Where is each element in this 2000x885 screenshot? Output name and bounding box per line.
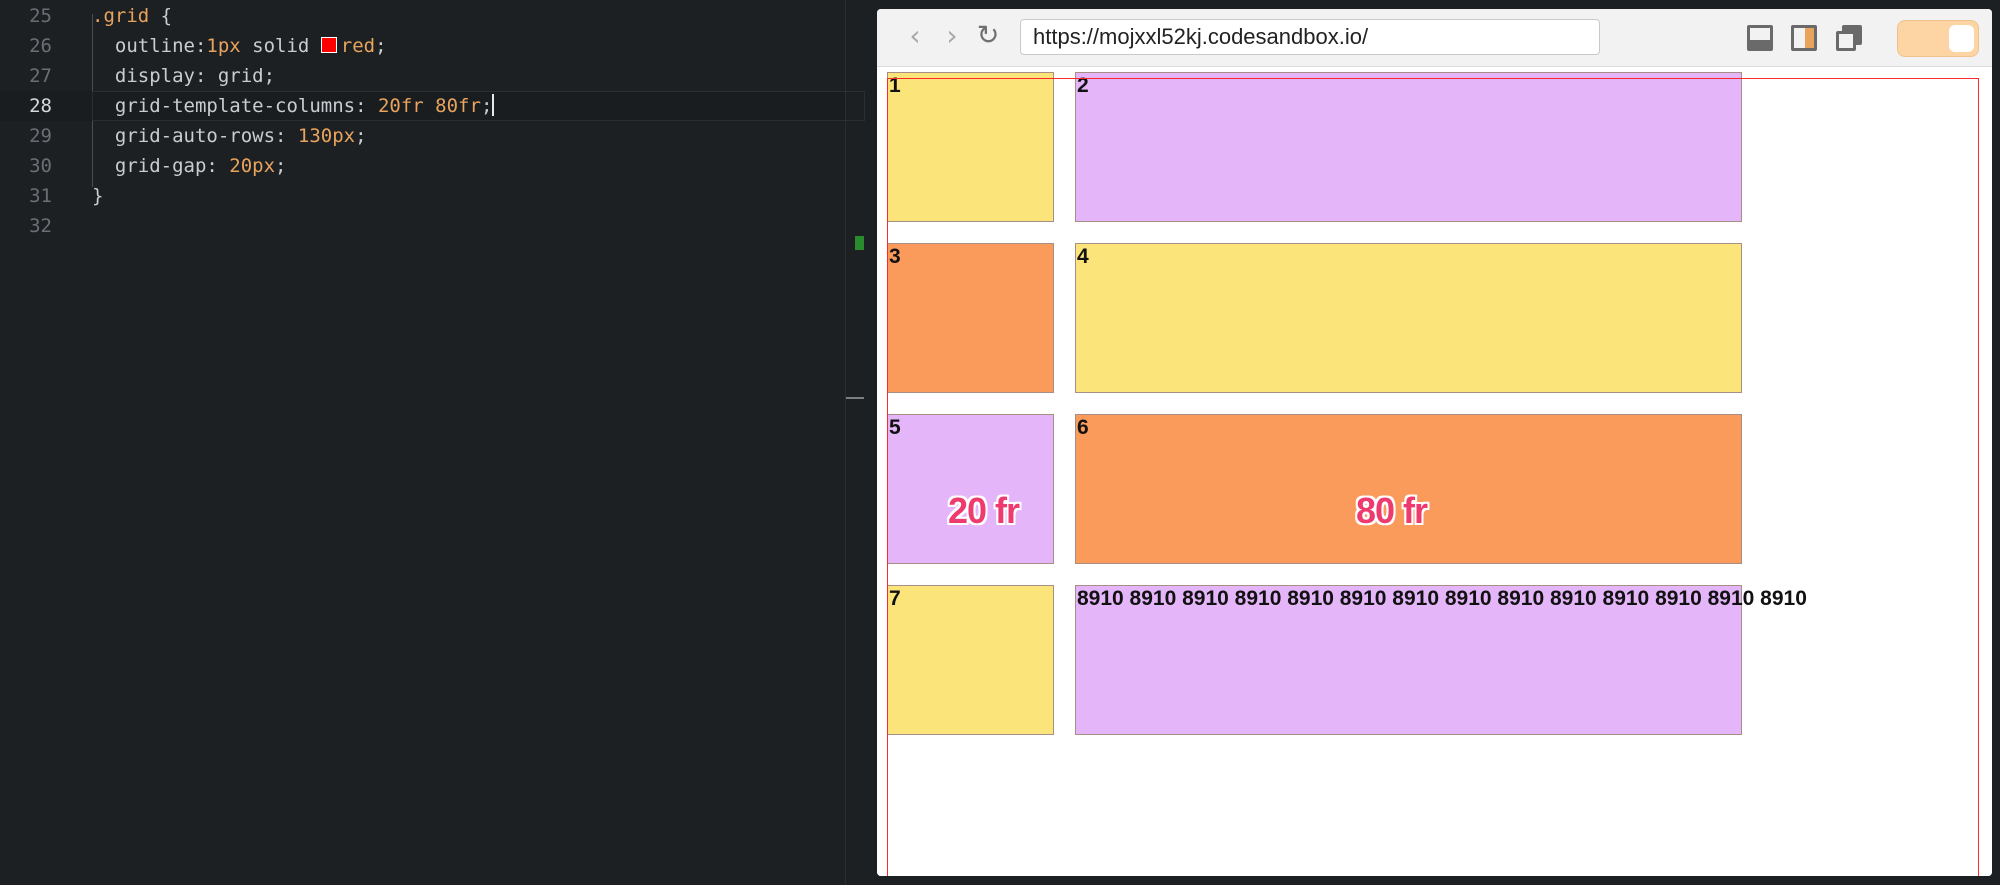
- pane-divider[interactable]: [845, 0, 846, 885]
- code-token: ;: [275, 155, 287, 177]
- scrollbar-thumb[interactable]: [846, 397, 864, 399]
- browser-toolbar: ‹ › ↻ https://mojxxl52kj.codesandbox.io/: [877, 9, 1992, 67]
- code-line[interactable]: 25 .grid {: [0, 1, 845, 31]
- code-token: 20fr 80fr: [377, 95, 481, 117]
- code-token: ;: [480, 95, 493, 117]
- line-number: 32: [29, 215, 52, 237]
- line-number: 28: [29, 95, 52, 117]
- code-token: 1px: [206, 35, 241, 57]
- preview-toggle[interactable]: [1897, 20, 1979, 57]
- code-line[interactable]: 26 outline:1px solid red;: [0, 31, 845, 61]
- code-line[interactable]: 27 display: grid;: [0, 61, 845, 91]
- code-token: outline:: [92, 35, 207, 57]
- code-line[interactable]: 30 grid-gap: 20px;: [0, 151, 845, 181]
- line-number: 31: [29, 185, 52, 207]
- code-line[interactable]: 29 grid-auto-rows: 130px;: [0, 121, 845, 151]
- code-token: }: [92, 185, 104, 207]
- code-line[interactable]: 31}: [0, 181, 845, 211]
- code-token: display: grid;: [92, 65, 276, 87]
- grid-outline: [887, 78, 1979, 876]
- code-token: grid-auto-rows:: [92, 125, 298, 147]
- line-number: 26: [29, 35, 52, 57]
- code-token: ;: [375, 35, 387, 57]
- code-token: grid-template-columns:: [92, 95, 378, 117]
- layout-bottom-panel-icon[interactable]: [1747, 25, 1773, 51]
- line-number: 29: [29, 125, 52, 147]
- code-token: red: [340, 35, 376, 57]
- line-number: 25: [29, 5, 52, 27]
- reload-icon[interactable]: ↻: [975, 22, 1001, 50]
- code-token: 130px: [297, 125, 356, 147]
- code-token: 20px: [229, 155, 276, 177]
- code-text: grid-gap: 20px;: [92, 151, 287, 181]
- color-swatch-icon[interactable]: [320, 37, 337, 53]
- code-text: }: [92, 181, 103, 211]
- code-text: outline:1px solid red;: [92, 31, 387, 61]
- chevron-right-icon[interactable]: ›: [939, 22, 965, 50]
- code-text: display: grid;: [92, 61, 275, 91]
- text-caret: [492, 94, 495, 116]
- scrollbar-change-marker: [855, 236, 864, 250]
- url-input[interactable]: https://mojxxl52kj.codesandbox.io/: [1020, 19, 1600, 55]
- line-number: 27: [29, 65, 52, 87]
- code-text: .grid {: [92, 1, 172, 31]
- code-token: {: [149, 5, 173, 27]
- layout-side-panel-icon[interactable]: [1791, 25, 1817, 51]
- code-text: grid-template-columns: 20fr 80fr;: [92, 91, 495, 121]
- preview-viewport: 1 2 3 4 5 20 fr 6 80 fr 7 8910 8910 8910 8910 891…: [877, 67, 1992, 876]
- code-line[interactable]: 28 grid-template-columns: 20fr 80fr;: [0, 91, 865, 121]
- code-token: ;: [355, 125, 367, 147]
- code-token: grid-gap:: [92, 155, 230, 177]
- code-text: grid-auto-rows: 130px;: [92, 121, 367, 151]
- chevron-left-icon[interactable]: ‹: [902, 22, 928, 50]
- code-token: .grid: [92, 5, 150, 27]
- toggle-knob: [1949, 25, 1974, 52]
- code-editor[interactable]: 25 .grid {26 outline:1px solid red; 27 dis…: [0, 0, 865, 885]
- code-line[interactable]: 32: [0, 211, 845, 241]
- line-number: 30: [29, 155, 52, 177]
- preview-browser: ‹ › ↻ https://mojxxl52kj.codesandbox.io/…: [877, 9, 1992, 876]
- open-new-window-icon[interactable]: [1836, 25, 1862, 51]
- code-token: solid: [240, 35, 321, 57]
